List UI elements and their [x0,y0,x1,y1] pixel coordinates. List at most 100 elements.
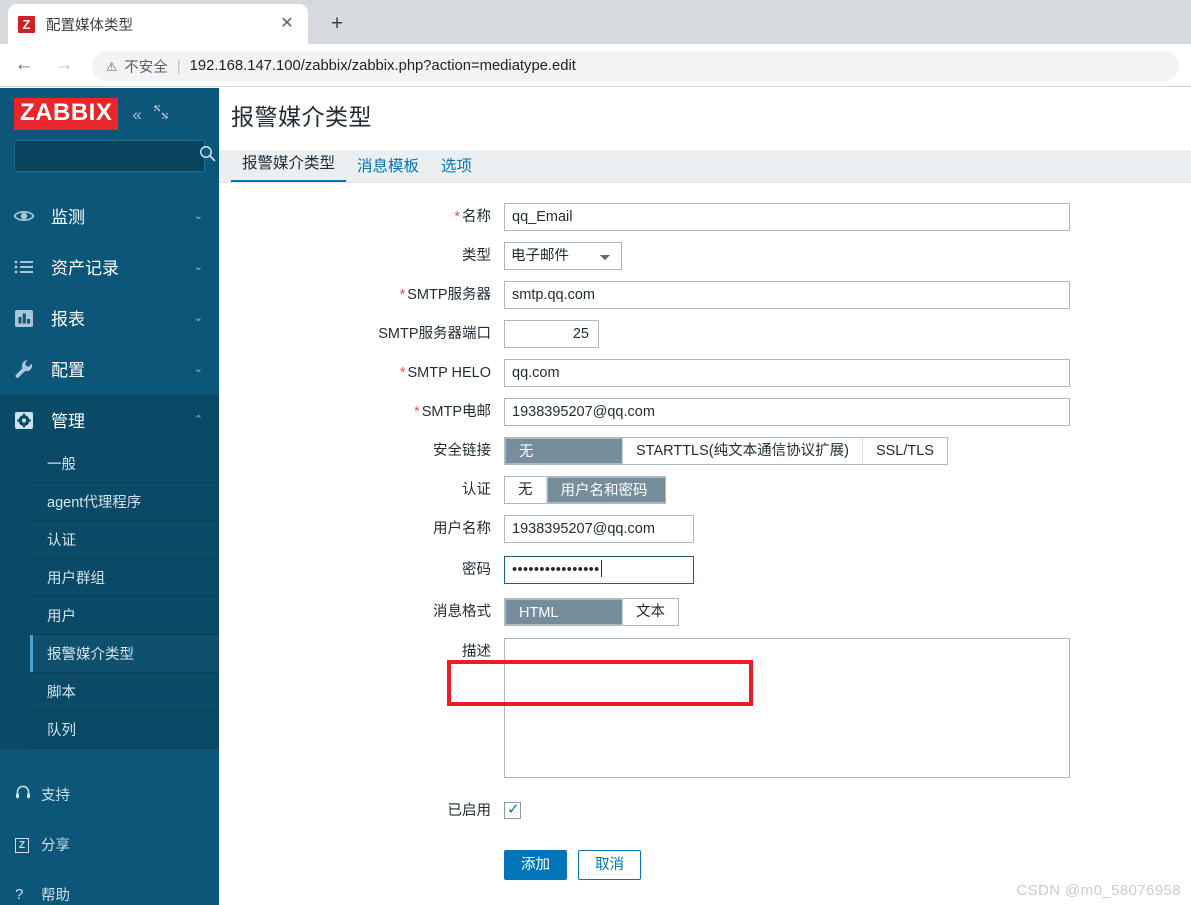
close-icon[interactable]: ✕ [276,13,298,35]
browser-toolbar: ← → ⟳ ⚠ 不安全 | 192.168.147.100/zabbix/zab… [0,44,1191,87]
description-label: 描述 [462,644,491,660]
sidebar-item-support[interactable]: 支持 [0,769,219,819]
security-option-starttls[interactable]: STARTTLS(纯文本通信协议扩展) [623,438,863,464]
chevron-down-icon: ⌄ [193,363,203,375]
required-marker: * [454,209,460,225]
forward-icon[interactable]: → [48,49,80,81]
back-icon[interactable]: ← [8,49,40,81]
type-select[interactable]: 电子邮件 [504,242,622,270]
field-row-enabled: 已启用 [219,797,1191,825]
field-row-type: 类型 电子邮件 [219,242,1191,270]
field-row-smtp-helo: * SMTP HELO [219,359,1191,387]
sidebar-search [0,140,219,172]
smtp-email-label: * SMTP电邮 [414,404,491,420]
cancel-button[interactable]: 取消 [578,850,641,880]
description-textarea[interactable] [504,638,1070,778]
username-input[interactable] [504,515,694,543]
field-row-smtp-email: * SMTP电邮 [219,398,1191,426]
sidebar-item-label: 监测 [51,208,85,227]
sidebar-item-inventory[interactable]: 资产记录 ⌄ [0,241,219,292]
text-cursor [600,560,602,577]
sidebar-subitem-label: 队列 [47,723,76,739]
sidebar-subitem-label: agent代理程序 [47,495,142,511]
smtp-server-label: * SMTP服务器 [399,287,491,303]
security-option-ssltls[interactable]: SSL/TLS [862,438,947,464]
sidebar-item-share[interactable]: Z 分享 [0,819,219,869]
expand-view-icon[interactable] [154,104,168,124]
browser-tab-strip: Z 配置媒体类型 ✕ + [0,0,1191,44]
search-box[interactable] [14,140,216,172]
sidebar-nav: 监测 ⌄ 资产记录 ⌄ 报表 ⌄ 配置 ⌄ 管理 ⌃ 一般 agent代理程序 … [0,190,219,905]
sidebar-item-scripts[interactable]: 脚本 [30,673,219,711]
list-icon [13,256,41,278]
chevron-down-icon: ⌄ [193,210,203,222]
sidebar-item-reports[interactable]: 报表 ⌄ [0,292,219,343]
search-input[interactable] [23,148,199,164]
sidebar-item-administration[interactable]: 管理 ⌃ [0,394,219,445]
name-label: * 名称 [454,209,491,225]
smtp-email-input[interactable] [504,398,1070,426]
password-label: 密码 [462,562,491,578]
sidebar-footer-label: 分享 [41,837,70,854]
address-bar[interactable]: ⚠ 不安全 | 192.168.147.100/zabbix/zabbix.ph… [92,51,1179,81]
tab-options[interactable]: 选项 [430,154,483,183]
smtp-helo-input[interactable] [504,359,1070,387]
sidebar-item-configuration[interactable]: 配置 ⌄ [0,343,219,394]
sidebar-item-queue[interactable]: 队列 [30,711,219,749]
smtp-port-input[interactable] [504,320,599,348]
field-row-username: 用户名称 [219,515,1191,543]
tab-media-type[interactable]: 报警媒介类型 [231,151,347,183]
authentication-label: 认证 [462,482,491,498]
message-format-radio-group: HTML 文本 [504,598,679,626]
sidebar-item-monitoring[interactable]: 监测 ⌄ [0,190,219,241]
form-tabbar: 报警媒介类型 消息模板 选项 [219,150,1191,183]
sidebar-item-label: 资产记录 [51,259,119,278]
url-text: 192.168.147.100/zabbix/zabbix.php?action… [189,58,576,74]
smtp-helo-label: * SMTP HELO [399,365,491,381]
search-icon[interactable] [199,145,216,167]
chevron-down-icon: ⌄ [193,312,203,324]
name-input[interactable] [504,203,1070,231]
browser-tab[interactable]: Z 配置媒体类型 ✕ [8,4,308,44]
sidebar-footer: 支持 Z 分享 ? 帮助 [0,769,219,905]
auth-option-none[interactable]: 无 [505,477,547,503]
smtp-port-label: SMTP服务器端口 [378,326,491,342]
sidebar-item-general[interactable]: 一般 [30,445,219,483]
sidebar-submenu-administration: 一般 agent代理程序 认证 用户群组 用户 报警媒介类型 脚本 队列 [0,445,219,749]
password-input[interactable]: •••••••••••••••• [504,556,694,584]
sidebar-header: ZABBIX « [0,88,219,140]
smtp-server-input[interactable] [504,281,1070,309]
format-option-html[interactable]: HTML [505,599,623,625]
sidebar-item-help[interactable]: ? 帮助 [0,869,219,905]
enabled-checkbox[interactable] [504,800,521,819]
sidebar-subitem-label: 用户 [47,609,76,625]
connection-security-label: 安全链接 [433,443,491,459]
field-row-name: * 名称 [219,203,1191,231]
sidebar-item-media-types[interactable]: 报警媒介类型 [30,635,219,673]
zabbix-logo[interactable]: ZABBIX [14,98,119,130]
sidebar-item-users[interactable]: 用户 [30,597,219,635]
page-title: 报警媒介类型 [231,104,372,130]
insecure-label: 不安全 [124,59,168,76]
field-row-authentication: 认证 无 用户名和密码 [219,476,1191,504]
sidebar-item-proxies[interactable]: agent代理程序 [30,483,219,521]
tab-message-templates[interactable]: 消息模板 [346,154,430,183]
sidebar-subitem-label: 用户群组 [47,571,105,587]
omnibox-separator: | [176,57,181,75]
question-icon: ? [15,885,24,903]
zabbix-badge-icon: Z [15,835,41,853]
sidebar-item-user-groups[interactable]: 用户群组 [30,559,219,597]
auth-option-username-password[interactable]: 用户名和密码 [546,477,665,503]
sidebar-item-authentication[interactable]: 认证 [30,521,219,559]
add-button[interactable]: 添加 [504,850,567,880]
wrench-icon [13,358,41,380]
format-option-text[interactable]: 文本 [623,599,678,625]
new-tab-button[interactable]: + [322,9,352,39]
watermark: CSDN @m0_58076958 [1016,882,1181,899]
username-label: 用户名称 [433,521,491,537]
expand-svg [154,104,168,119]
message-format-label: 消息格式 [433,604,491,620]
security-option-none[interactable]: 无 [505,438,623,464]
collapse-sidebar-icon[interactable]: « [132,106,141,123]
field-row-smtp-port: SMTP服务器端口 [219,320,1191,348]
